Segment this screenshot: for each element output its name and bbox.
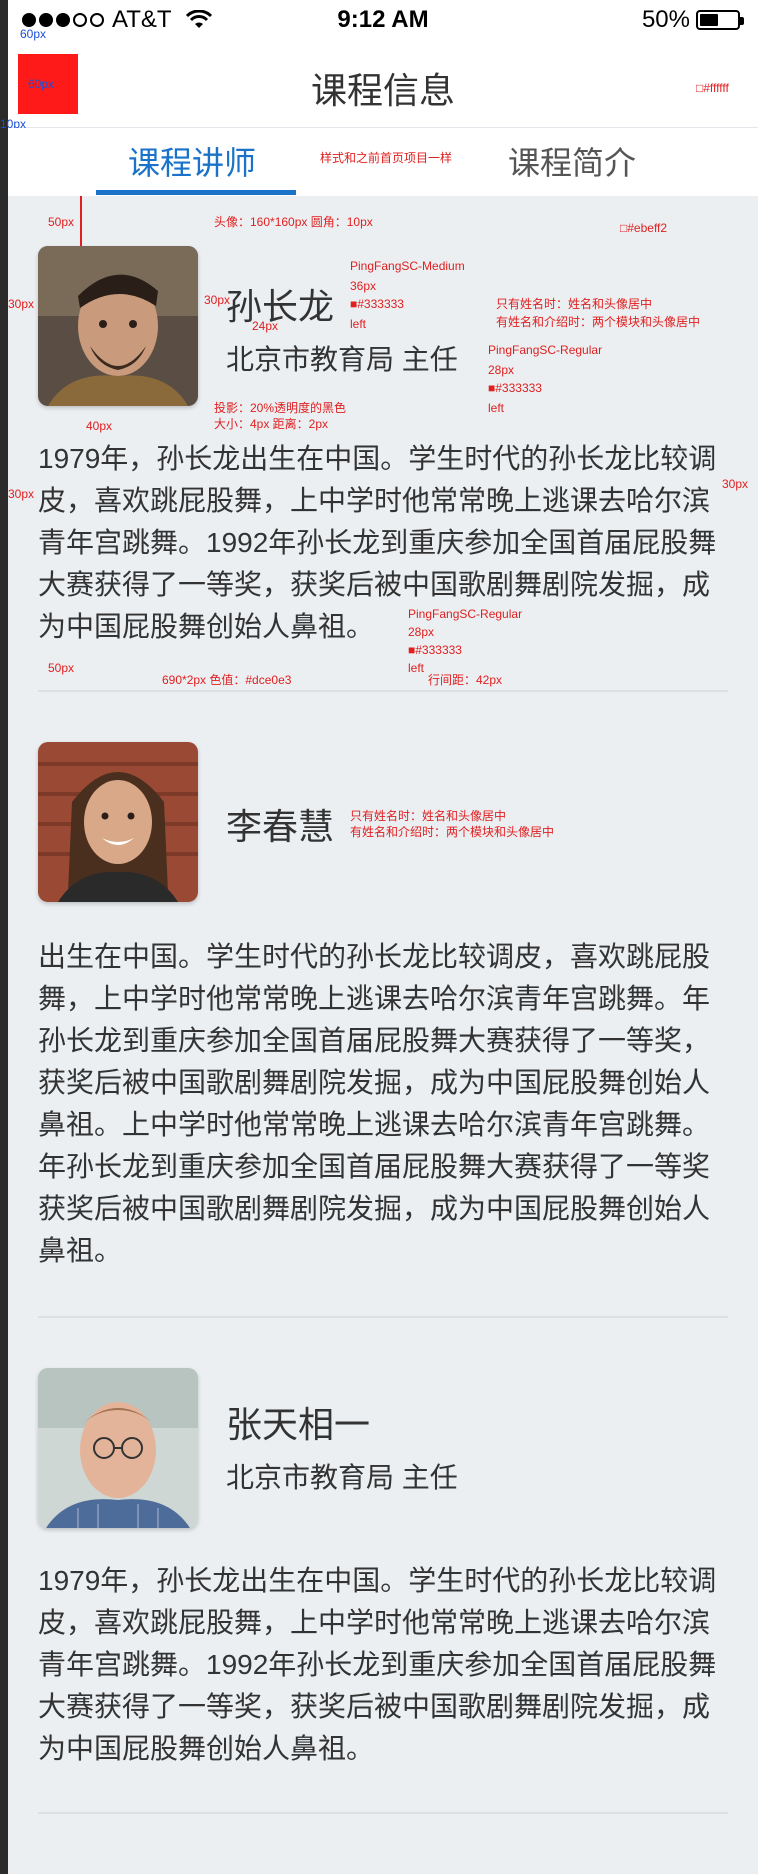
avatar-spec-annotation: 头像：160*160px 圆角：10px xyxy=(214,215,373,229)
battery-icon xyxy=(696,10,744,30)
title-color-annotation: ■#333333 xyxy=(488,381,542,395)
left-30-annotation: 30px xyxy=(8,297,35,311)
bio-right-30-annotation: 30px xyxy=(722,477,749,491)
name-align-annotation: left xyxy=(350,317,367,331)
teacher-title: 北京市教育局 主任 xyxy=(226,344,458,375)
teacher-bio: 1979年，孙长龙出生在中国。学生时代的孙长龙比较调皮，喜欢跳屁股舞，上中学时他… xyxy=(38,1565,717,1764)
tab-teachers[interactable]: 课程讲师 xyxy=(128,138,256,184)
shadow-note-1: 投影：20%透明度的黑色 xyxy=(214,401,347,415)
bio-left-30-annotation: 30px xyxy=(8,487,35,501)
line-height-annotation: 行间距：42px xyxy=(428,673,503,687)
teacher-bio: 1979年，孙长龙出生在中国。学生时代的孙长龙比较调皮，喜欢跳屁股舞，上中学时他… xyxy=(38,443,717,642)
divider xyxy=(38,1812,728,1814)
gap-24-annotation: 24px xyxy=(252,319,279,333)
bio-size-annotation: 28px xyxy=(408,625,435,639)
teacher-bio: 出生在中国。学生时代的孙长龙比较调皮，喜欢跳屁股舞，上中学时他常常晚上逃课去哈尔… xyxy=(38,941,711,1266)
shadow-note-2: 大小：4px 距离：2px xyxy=(214,417,329,431)
layout-note-1: 只有姓名时：姓名和头像居中 xyxy=(496,297,653,311)
bio-color-annotation: ■#333333 xyxy=(408,643,462,657)
divider xyxy=(38,1316,728,1318)
tab-style-annotation: 样式和之前首页项目一样 xyxy=(320,151,453,165)
teacher-title: 北京市教育局 主任 xyxy=(226,1462,458,1493)
teacher-avatar xyxy=(38,742,198,902)
tab-bar: 课程讲师 课程简介 样式和之前首页项目一样 xyxy=(8,128,758,196)
divider-spec-annotation: 690*2px 色值：#dce0e3 xyxy=(162,673,292,687)
status-bar: AT&T 9:12 AM 50% xyxy=(8,0,758,40)
bio-align-annotation: left xyxy=(408,661,425,675)
name-font-annotation: PingFangSC-Medium xyxy=(350,259,465,273)
teacher-name: 张天相一 xyxy=(226,1404,371,1445)
name-color-annotation: ■#333333 xyxy=(350,297,404,311)
nav-bar: 60px 课程信息 □#ffffff xyxy=(8,40,758,128)
gap-30-annotation: 30px xyxy=(204,293,231,307)
teacher-name: 李春慧 xyxy=(226,806,335,847)
teacher-avatar xyxy=(38,1368,198,1528)
gap-50-bottom-annotation: 50px xyxy=(48,661,75,675)
status-right: 50% xyxy=(641,6,744,34)
title-align-annotation: left xyxy=(488,401,505,415)
name-size-annotation: 36px xyxy=(350,279,377,293)
gap-50-annotation: 50px xyxy=(48,215,75,229)
layout-note-1: 只有姓名时：姓名和头像居中 xyxy=(350,809,507,823)
layout-note-2: 有姓名和介绍时：两个模块和头像居中 xyxy=(496,315,701,329)
tab-course-intro[interactable]: 课程简介 xyxy=(508,138,636,184)
active-tab-indicator xyxy=(96,190,296,195)
teacher-name: 孙长龙 xyxy=(226,286,335,327)
layout-note-2: 有姓名和介绍时：两个模块和头像居中 xyxy=(350,825,555,839)
teacher-avatar xyxy=(38,246,198,406)
left-edge-rail xyxy=(0,0,8,1874)
gap-40-annotation: 40px xyxy=(86,419,113,433)
title-size-annotation: 28px xyxy=(488,363,515,377)
title-font-annotation: PingFangSC-Regular xyxy=(488,343,603,357)
blue-60-annotation: 60px xyxy=(20,27,47,41)
bg-color-annotation: □#ebeff2 xyxy=(620,221,668,235)
battery-percent: 50% xyxy=(641,6,690,33)
nav-bg-annotation: □#ffffff xyxy=(696,81,729,95)
page-title: 课程信息 xyxy=(310,70,455,111)
bio-font-annotation: PingFangSC-Regular xyxy=(408,607,523,621)
divider xyxy=(38,690,728,692)
